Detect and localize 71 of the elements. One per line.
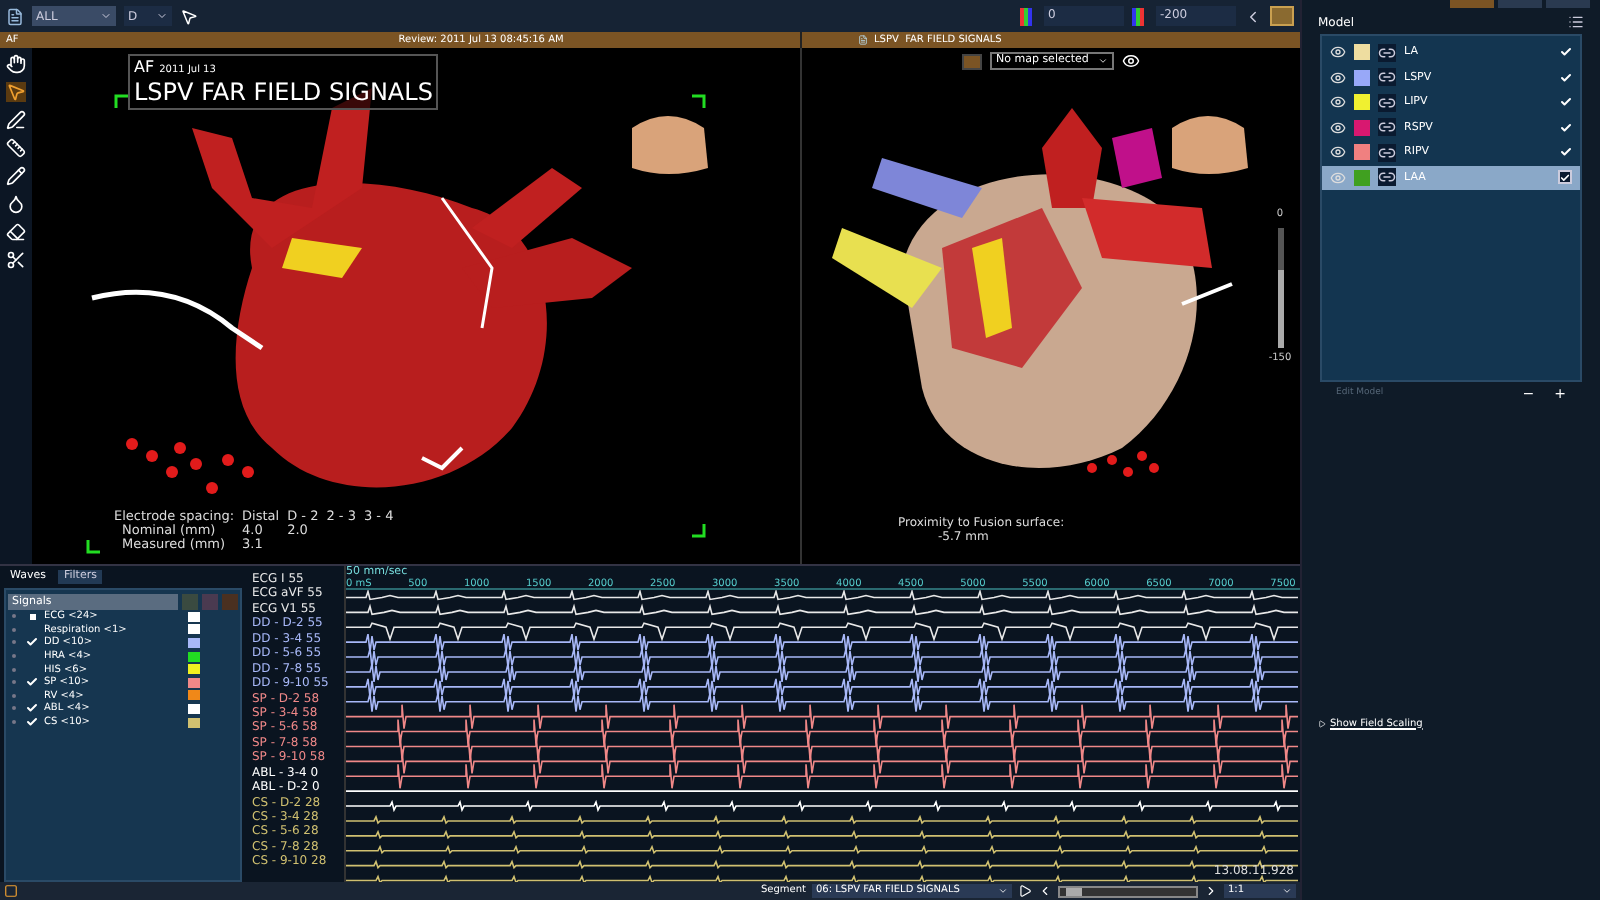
caret-icon bbox=[100, 10, 112, 22]
expand-icon[interactable] bbox=[1318, 720, 1326, 729]
previous-icon[interactable] bbox=[1038, 884, 1052, 898]
visibility-icon[interactable] bbox=[1330, 119, 1346, 136]
marker-dots-drawing bbox=[1087, 451, 1159, 477]
check-icon[interactable] bbox=[26, 636, 38, 649]
visibility-icon[interactable] bbox=[1330, 144, 1346, 161]
signal-color-swatch[interactable] bbox=[188, 624, 200, 635]
link-icon[interactable] bbox=[1378, 168, 1396, 187]
scale-track[interactable] bbox=[1277, 227, 1283, 347]
visibility-icon[interactable] bbox=[1330, 94, 1346, 111]
model-checkbox[interactable] bbox=[1558, 95, 1572, 110]
caret-icon bbox=[1282, 886, 1292, 896]
caret-icon bbox=[998, 886, 1008, 896]
visibility-icon[interactable] bbox=[1330, 69, 1346, 86]
signal-color-swatch[interactable] bbox=[188, 637, 200, 648]
model-checkbox[interactable] bbox=[1558, 120, 1572, 135]
check-icon[interactable] bbox=[26, 716, 38, 729]
torso-orientation-drawing[interactable] bbox=[632, 116, 708, 174]
model-checkbox[interactable] bbox=[1558, 45, 1572, 60]
model-color-swatch[interactable] bbox=[1354, 69, 1370, 86]
signal-color-swatch[interactable] bbox=[188, 703, 200, 714]
link-icon[interactable] bbox=[1378, 118, 1396, 137]
heart-model-drawing[interactable] bbox=[832, 108, 1233, 468]
playback-slider[interactable] bbox=[1058, 885, 1198, 897]
map-title: LSPV FAR FIELD SIGNALS bbox=[134, 80, 433, 106]
visibility-icon[interactable] bbox=[1330, 44, 1346, 61]
signal-color-swatch[interactable] bbox=[188, 717, 200, 728]
pencil-icon[interactable] bbox=[6, 166, 26, 186]
torso-orientation-drawing[interactable] bbox=[1172, 116, 1248, 174]
layout-icon[interactable] bbox=[4, 884, 18, 898]
signal-color-swatch[interactable] bbox=[188, 611, 200, 622]
legend-toggle-button[interactable] bbox=[962, 53, 982, 69]
check-icon[interactable] bbox=[26, 702, 38, 715]
layout-toggle-button[interactable] bbox=[1270, 6, 1294, 26]
list-icon[interactable] bbox=[1568, 14, 1584, 30]
link-icon[interactable] bbox=[1378, 43, 1396, 62]
hand-icon[interactable] bbox=[6, 54, 26, 74]
model-color-swatch[interactable] bbox=[1354, 169, 1370, 186]
play-icon[interactable] bbox=[1018, 884, 1032, 898]
model-color-swatch[interactable] bbox=[1354, 144, 1370, 161]
app-icon[interactable] bbox=[6, 7, 24, 25]
eraser-icon[interactable] bbox=[6, 222, 26, 242]
scissors-icon[interactable] bbox=[6, 250, 26, 270]
link-icon[interactable] bbox=[1378, 93, 1396, 112]
model-checkbox[interactable] bbox=[1558, 145, 1572, 160]
signal-color-swatch[interactable] bbox=[188, 677, 200, 688]
document-icon bbox=[858, 34, 868, 46]
partial-check-icon[interactable] bbox=[29, 613, 35, 620]
caret-icon bbox=[156, 10, 168, 22]
link-icon[interactable] bbox=[1378, 143, 1396, 162]
color-scale-icon[interactable] bbox=[1020, 7, 1036, 25]
droplet-icon[interactable] bbox=[6, 194, 26, 214]
next-icon[interactable] bbox=[1204, 884, 1218, 898]
link-icon[interactable] bbox=[1378, 68, 1396, 87]
ruler-icon[interactable] bbox=[6, 138, 26, 158]
marker-dots-drawing bbox=[126, 438, 254, 494]
model-checkbox[interactable] bbox=[1558, 170, 1572, 185]
model-color-swatch[interactable] bbox=[1354, 119, 1370, 136]
signal-color-swatch[interactable] bbox=[188, 690, 200, 701]
collapse-icon[interactable] bbox=[1244, 7, 1262, 25]
model-color-swatch[interactable] bbox=[1354, 94, 1370, 111]
signal-color-swatch[interactable] bbox=[188, 664, 200, 675]
model-color-swatch[interactable] bbox=[1354, 44, 1370, 61]
pen-icon[interactable] bbox=[6, 110, 26, 130]
signal-color-swatch[interactable] bbox=[188, 651, 200, 662]
model-checkbox[interactable] bbox=[1558, 70, 1572, 85]
playback-thumb[interactable] bbox=[1066, 887, 1082, 895]
color-scale-icon[interactable] bbox=[1132, 7, 1148, 25]
caret-icon bbox=[1098, 56, 1108, 66]
check-icon[interactable] bbox=[26, 676, 38, 689]
